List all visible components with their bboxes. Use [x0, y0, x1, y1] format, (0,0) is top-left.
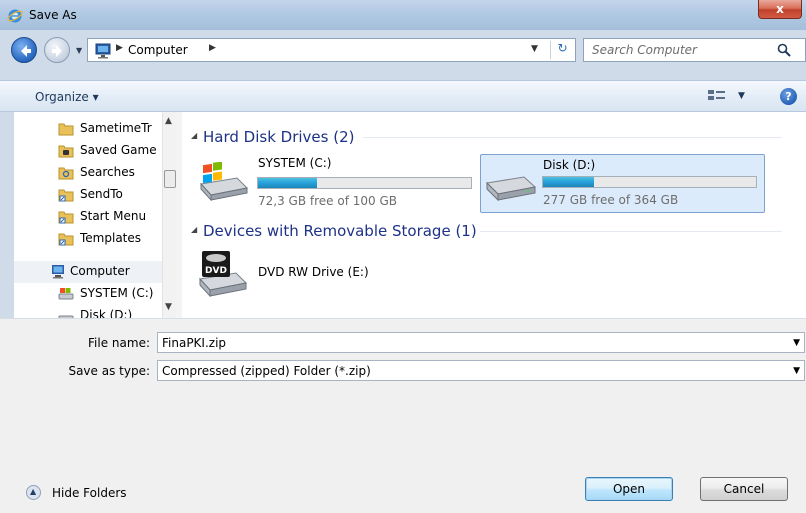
shortcut-folder-icon	[58, 189, 74, 202]
navigation-pane[interactable]: SametimeTr Saved Game Searches SendTo St…	[14, 112, 176, 318]
nav-item-label: Computer	[70, 264, 130, 278]
nav-item-saved-games[interactable]: Saved Game	[14, 140, 162, 162]
file-name-field[interactable]: FinaPKI.zip ▼	[157, 332, 805, 353]
shortcut-folder-icon	[58, 233, 74, 246]
group-header-hard-disks[interactable]: ◢ Hard Disk Drives (2)	[182, 125, 792, 149]
address-dropdown-icon[interactable]: ▼	[531, 44, 538, 54]
save-type-value: Compressed (zipped) Folder (*.zip)	[162, 364, 371, 378]
forward-arrow-icon	[52, 45, 62, 57]
save-type-label: Save as type:	[68, 364, 150, 378]
nav-item-disk-d[interactable]: Disk (D:)	[14, 305, 162, 318]
internet-explorer-icon	[7, 9, 23, 23]
breadcrumb-computer[interactable]: Computer	[128, 43, 188, 57]
file-name-value: FinaPKI.zip	[162, 336, 227, 350]
cancel-button[interactable]: Cancel	[700, 477, 788, 501]
nav-item-label: Searches	[80, 165, 135, 179]
refresh-icon[interactable]: ↻	[550, 41, 574, 59]
group-title: Hard Disk Drives (2)	[203, 128, 355, 146]
title-bar: Save As x	[0, 0, 806, 30]
address-row: ▼ ▶ Computer ▶ ▼ ↻ Search Computer	[0, 30, 806, 66]
nav-item-computer[interactable]: Computer	[14, 261, 162, 283]
nav-item-label: SendTo	[80, 187, 123, 201]
folder-icon	[58, 123, 74, 136]
back-arrow-icon	[21, 45, 31, 57]
nav-scrollbar[interactable]: ▲ ▼	[162, 112, 176, 318]
nav-item-label: SYSTEM (C:)	[80, 286, 154, 300]
window-title: Save As	[29, 8, 77, 22]
nav-item-label: Saved Game	[80, 143, 157, 157]
scroll-down-icon[interactable]: ▼	[165, 302, 172, 312]
nav-item-label: Disk (D:)	[80, 308, 133, 318]
drive-disk-d[interactable]: Disk (D:) 277 GB free of 364 GB	[480, 154, 765, 213]
view-dropdown-icon[interactable]: ▼	[738, 91, 745, 101]
nav-item-system-c[interactable]: SYSTEM (C:)	[14, 283, 162, 305]
dvd-drive-icon: DVD	[199, 251, 248, 298]
group-header-removable[interactable]: ◢ Devices with Removable Storage (1)	[182, 219, 792, 243]
group-divider	[480, 231, 782, 232]
save-type-dropdown-icon[interactable]: ▼	[793, 366, 800, 376]
dialog-footer: File name: FinaPKI.zip ▼ Save as type: C…	[0, 318, 806, 513]
nav-item-label: SametimeTr	[80, 121, 152, 135]
drive-usage-bar	[257, 177, 472, 189]
drive-usage-fill	[543, 177, 594, 187]
view-options-icon[interactable]	[706, 88, 728, 106]
save-type-select[interactable]: Compressed (zipped) Folder (*.zip) ▼	[157, 360, 805, 381]
dvd-logo-text: DVD	[205, 266, 227, 276]
shortcut-folder-icon	[58, 211, 74, 224]
close-icon: x	[776, 2, 784, 16]
drive-free-space: 72,3 GB free of 100 GB	[258, 194, 397, 208]
drive-dvd-e[interactable]: DVD DVD RW Drive (E:)	[194, 245, 424, 301]
drive-name: SYSTEM (C:)	[258, 156, 332, 170]
nav-item-sendto[interactable]: SendTo	[14, 184, 162, 206]
content-pane[interactable]: ◢ Hard Disk Drives (2) SYSTEM (C:) 72,3 …	[182, 112, 806, 318]
command-toolbar: Organize ▾ ▼ ?	[0, 80, 806, 112]
breadcrumb-separator-icon[interactable]: ▶	[116, 43, 123, 53]
drive-system-c[interactable]: SYSTEM (C:) 72,3 GB free of 100 GB	[194, 152, 472, 208]
collapse-up-icon: ▲	[26, 485, 41, 500]
group-title: Devices with Removable Storage (1)	[203, 222, 477, 240]
breadcrumb-separator-icon[interactable]: ▶	[209, 43, 216, 53]
scroll-up-icon[interactable]: ▲	[165, 116, 172, 126]
collapse-triangle-icon[interactable]: ◢	[191, 131, 197, 140]
search-input[interactable]: Search Computer	[583, 38, 806, 62]
drive-free-space: 277 GB free of 364 GB	[543, 193, 679, 207]
drive-usage-fill	[258, 178, 317, 188]
group-divider	[363, 137, 782, 138]
drive-icon	[58, 288, 74, 300]
search-placeholder: Search Computer	[592, 43, 697, 57]
file-name-dropdown-icon[interactable]: ▼	[793, 338, 800, 348]
nav-item-sametime[interactable]: SametimeTr	[14, 118, 162, 140]
back-button[interactable]	[11, 37, 37, 63]
nav-item-label: Start Menu	[80, 209, 147, 223]
drive-usage-bar	[542, 176, 757, 188]
drive-name: DVD RW Drive (E:)	[258, 265, 369, 279]
saved-games-icon	[58, 145, 74, 158]
open-button[interactable]: Open	[585, 477, 673, 501]
nav-item-searches[interactable]: Searches	[14, 162, 162, 184]
address-bar[interactable]: ▶ Computer ▶ ▼ ↻	[87, 38, 576, 62]
searches-icon	[58, 167, 74, 180]
drive-icon	[58, 315, 74, 318]
help-icon[interactable]: ?	[780, 88, 797, 105]
nav-item-start-menu[interactable]: Start Menu	[14, 206, 162, 228]
hide-folders-label: Hide Folders	[52, 486, 127, 500]
file-name-label: File name:	[88, 336, 150, 350]
collapse-triangle-icon[interactable]: ◢	[191, 225, 197, 234]
forward-button[interactable]	[44, 37, 70, 63]
scroll-thumb[interactable]	[164, 170, 176, 188]
close-button[interactable]: x	[758, 0, 802, 19]
computer-icon	[95, 43, 111, 59]
drive-name: Disk (D:)	[543, 158, 596, 172]
windows-drive-icon	[200, 162, 249, 202]
organize-menu[interactable]: Organize ▾	[35, 90, 99, 104]
recent-pages-dropdown[interactable]: ▼	[76, 46, 82, 55]
nav-item-label: Templates	[80, 231, 142, 245]
hard-drive-icon	[485, 176, 537, 202]
search-icon[interactable]	[777, 43, 791, 57]
nav-item-templates[interactable]: Templates	[14, 228, 162, 250]
computer-icon	[52, 265, 64, 279]
